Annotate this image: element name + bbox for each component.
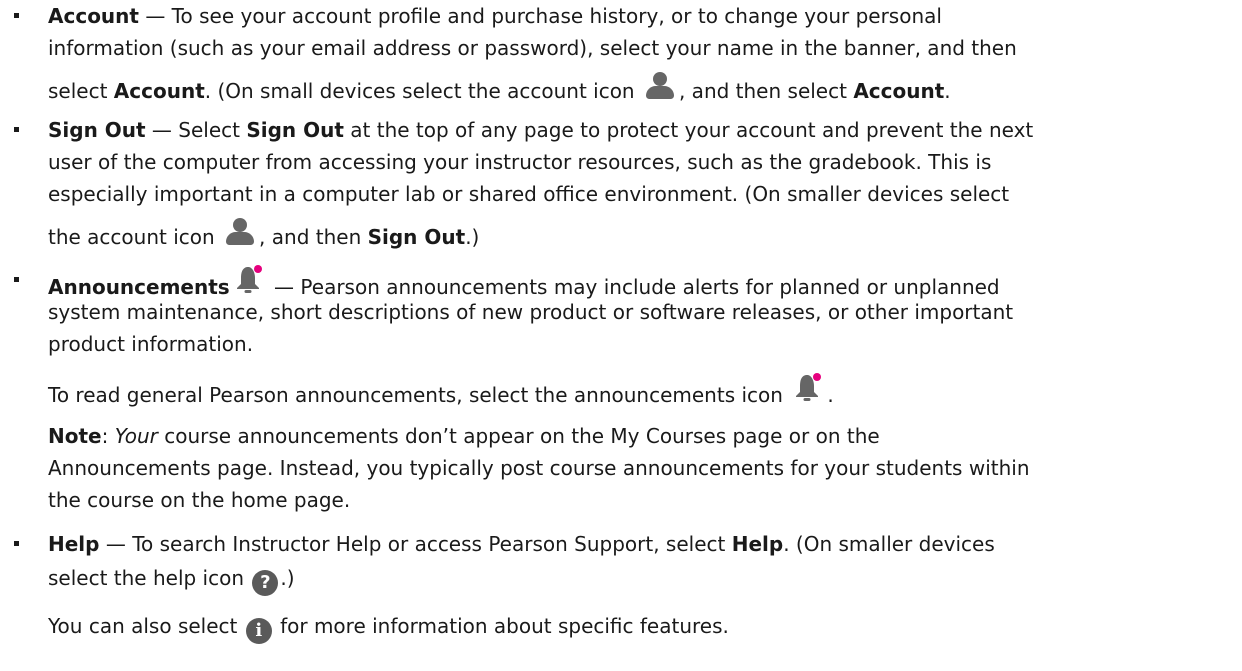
info-icon: i bbox=[245, 618, 272, 644]
list-item-account: Account — To see your account profile an… bbox=[0, 0, 1242, 108]
bullet bbox=[14, 277, 19, 282]
info-paragraph: You can also select i for more informati… bbox=[48, 610, 1222, 644]
item-title-help: Help bbox=[48, 532, 100, 556]
item-title-account: Account bbox=[48, 4, 139, 28]
bullet bbox=[14, 127, 19, 132]
bell-icon bbox=[793, 372, 823, 404]
bullet bbox=[14, 541, 19, 546]
feature-list: Account — To see your account profile an… bbox=[0, 0, 1242, 644]
note-label: Note bbox=[48, 424, 102, 448]
account-icon bbox=[645, 72, 675, 100]
account-icon bbox=[225, 218, 255, 246]
bell-icon bbox=[234, 264, 264, 296]
note-paragraph: Note: Your course announcements don’t ap… bbox=[48, 424, 1030, 512]
bullet bbox=[14, 13, 19, 18]
list-item-help: Help — To search Instructor Help or acce… bbox=[0, 528, 1242, 644]
help-icon: ? bbox=[252, 570, 279, 596]
item-title-sign-out: Sign Out bbox=[48, 118, 146, 142]
help-document: Account — To see your account profile an… bbox=[0, 0, 1242, 671]
announcements-paragraph: To read general Pearson announcements, s… bbox=[48, 372, 1222, 410]
list-item-announcements: Announcements — Pearson announcements ma… bbox=[0, 264, 1242, 516]
list-item-sign-out: Sign Out — Select Sign Out at the top of… bbox=[0, 114, 1242, 254]
